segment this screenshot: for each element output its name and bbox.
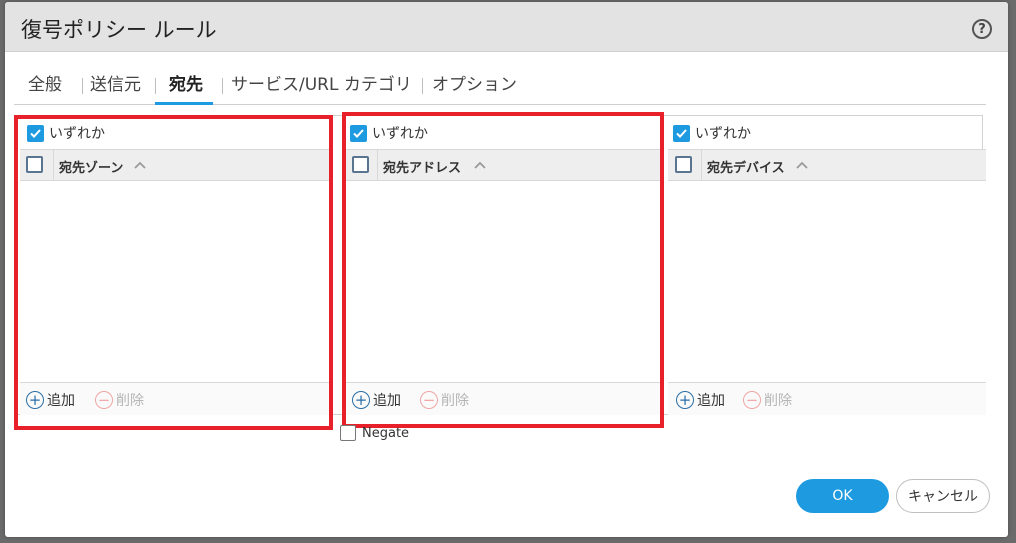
any-label: いずれか xyxy=(695,126,751,142)
delete-label: 削除 xyxy=(764,393,792,409)
checkmark-icon xyxy=(353,128,364,138)
add-button[interactable]: + 追加 xyxy=(676,390,725,410)
delete-label: 削除 xyxy=(116,393,144,409)
tab-source[interactable]: 送信元 xyxy=(90,70,141,95)
dialog-title: 復号ポリシー ルール xyxy=(21,18,217,42)
grid-footer: + 追加 − 削除 xyxy=(668,382,986,415)
add-button[interactable]: + 追加 xyxy=(26,390,75,410)
chevron-up-icon[interactable] xyxy=(795,158,809,172)
header-divider xyxy=(53,150,54,181)
tab-service-url-category[interactable]: サービス/URL カテゴリ xyxy=(231,70,412,95)
column-header-destination-zone[interactable]: 宛先ゾーン xyxy=(59,157,123,176)
negate-label: Negate xyxy=(362,425,410,441)
cancel-button[interactable]: キャンセル xyxy=(896,479,990,513)
tab-general[interactable]: 全般 xyxy=(28,70,62,95)
checkmark-icon xyxy=(676,128,687,138)
any-zone-checkbox[interactable] xyxy=(27,124,44,142)
select-all-checkbox[interactable] xyxy=(675,156,692,173)
chevron-up-icon[interactable] xyxy=(133,158,147,172)
any-label: いずれか xyxy=(49,126,105,142)
grid-header: 宛先ゾーン xyxy=(20,149,329,181)
plus-circle-icon: + xyxy=(676,391,694,409)
destination-address-panel: いずれか 宛先アドレス + 追加 − 削除 xyxy=(344,115,662,415)
plus-circle-icon: + xyxy=(352,391,370,409)
tab-separator xyxy=(222,78,223,94)
select-all-checkbox[interactable] xyxy=(26,156,43,173)
title-bar: 復号ポリシー ルール ? xyxy=(5,2,1008,52)
delete-button: − 削除 xyxy=(420,390,469,410)
tab-separator xyxy=(155,78,156,94)
delete-button: − 削除 xyxy=(743,390,792,410)
negate-option[interactable]: Negate xyxy=(340,425,409,441)
add-label: 追加 xyxy=(697,393,725,409)
minus-circle-icon: − xyxy=(95,391,113,409)
plus-circle-icon: + xyxy=(26,391,44,409)
ok-button[interactable]: OK xyxy=(796,479,889,513)
tab-bar: 全般 送信元 宛先 サービス/URL カテゴリ オプション xyxy=(14,62,986,105)
tab-destination[interactable]: 宛先 xyxy=(169,70,203,95)
any-device-option[interactable]: いずれか xyxy=(673,123,751,143)
add-label: 追加 xyxy=(373,393,401,409)
tab-separator xyxy=(82,78,83,94)
minus-circle-icon: − xyxy=(743,391,761,409)
column-header-destination-address[interactable]: 宛先アドレス xyxy=(383,157,461,176)
grid-footer: + 追加 − 削除 xyxy=(344,382,660,415)
destination-device-panel: いずれか 宛先デバイス + 追加 − 削除 xyxy=(668,115,986,415)
grid-header: 宛先アドレス xyxy=(344,149,660,181)
any-address-option[interactable]: いずれか xyxy=(350,123,428,143)
any-zone-option[interactable]: いずれか xyxy=(27,123,105,143)
active-tab-indicator xyxy=(155,102,213,105)
header-divider xyxy=(377,150,378,181)
column-header-destination-device[interactable]: 宛先デバイス xyxy=(707,157,785,176)
checkmark-icon xyxy=(30,128,41,138)
address-list xyxy=(344,181,660,382)
add-button[interactable]: + 追加 xyxy=(352,390,401,410)
grid-footer: + 追加 − 削除 xyxy=(20,382,329,415)
any-address-checkbox[interactable] xyxy=(350,124,367,142)
any-device-checkbox[interactable] xyxy=(673,124,690,142)
grid-header: 宛先デバイス xyxy=(668,149,986,181)
negate-checkbox[interactable] xyxy=(340,425,356,441)
any-label: いずれか xyxy=(372,126,428,142)
header-divider xyxy=(701,150,702,181)
minus-circle-icon: − xyxy=(420,391,438,409)
tab-separator xyxy=(422,78,423,94)
destination-zone-panel: いずれか 宛先ゾーン + 追加 − 削除 xyxy=(20,115,333,415)
select-all-checkbox[interactable] xyxy=(352,156,369,173)
device-list xyxy=(668,181,986,382)
help-icon[interactable]: ? xyxy=(972,19,992,39)
delete-button: − 削除 xyxy=(95,390,144,410)
tab-options[interactable]: オプション xyxy=(432,70,517,95)
zone-list xyxy=(20,181,329,382)
add-label: 追加 xyxy=(47,393,75,409)
delete-label: 削除 xyxy=(441,393,469,409)
chevron-up-icon[interactable] xyxy=(473,158,487,172)
